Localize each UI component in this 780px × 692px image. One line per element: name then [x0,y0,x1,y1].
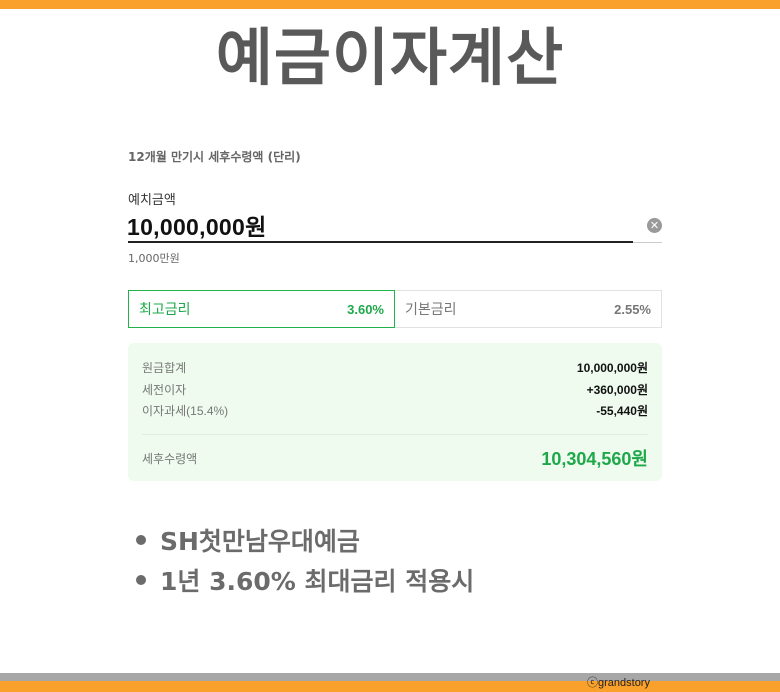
footer-accent-bar [0,681,780,692]
base-rate-value: 2.55% [614,301,651,317]
deposit-amount-input[interactable]: 10,000,000원 [127,208,267,242]
credit-text: ⓒgrandstory [587,677,650,689]
deposit-input-underline-rest [633,242,662,243]
result-row-net: 세후수령액 10,304,560원 [142,445,648,471]
tax-value: -55,440원 [596,404,648,418]
tab-max-rate[interactable]: 최고금리 3.60% [128,290,395,328]
pretax-interest-label: 세전이자 [142,383,187,397]
result-row-pretax-interest: 세전이자 +360,000원 [142,381,648,398]
bullet-item: SH첫만남우대예금 [136,520,474,560]
bullet-dot-icon [136,535,146,545]
deposit-input-underline [128,241,633,243]
calc-subtitle: 12개월 만기시 세후수령액 (단리) [128,150,301,164]
bullet-text: 1년 3.60% 최대금리 적용시 [160,567,475,596]
base-rate-label: 기본금리 [405,301,457,317]
page-title: 예금이자계산 [215,21,565,94]
tax-label: 이자과세(15.4%) [142,404,229,418]
deposit-hint: 1,000만원 [128,252,180,265]
bullet-dot-icon [136,575,146,585]
max-rate-value: 3.60% [347,301,384,317]
bullet-item: 1년 3.60% 최대금리 적용시 [136,560,474,600]
tab-base-rate[interactable]: 기본금리 2.55% [395,290,662,328]
principal-value: 10,000,000원 [576,361,648,375]
clear-icon[interactable]: ✕ [647,218,662,233]
top-accent-bar [0,0,780,9]
net-value: 10,304,560원 [541,449,648,469]
net-label: 세후수령액 [142,451,198,466]
max-rate-label: 최고금리 [139,301,191,317]
pretax-interest-value: +360,000원 [586,383,648,397]
footer-gray-bar [0,673,780,681]
bullet-text: SH첫만남우대예금 [160,527,360,556]
result-divider [142,434,648,435]
result-row-principal: 원금합계 10,000,000원 [142,359,648,376]
deposit-label: 예치금액 [128,193,176,208]
result-panel: 원금합계 10,000,000원 세전이자 +360,000원 이자과세(15.… [128,343,662,481]
bullet-list: SH첫만남우대예금 1년 3.60% 최대금리 적용시 [136,520,474,600]
result-row-tax: 이자과세(15.4%) -55,440원 [142,402,648,419]
principal-label: 원금합계 [142,361,187,375]
